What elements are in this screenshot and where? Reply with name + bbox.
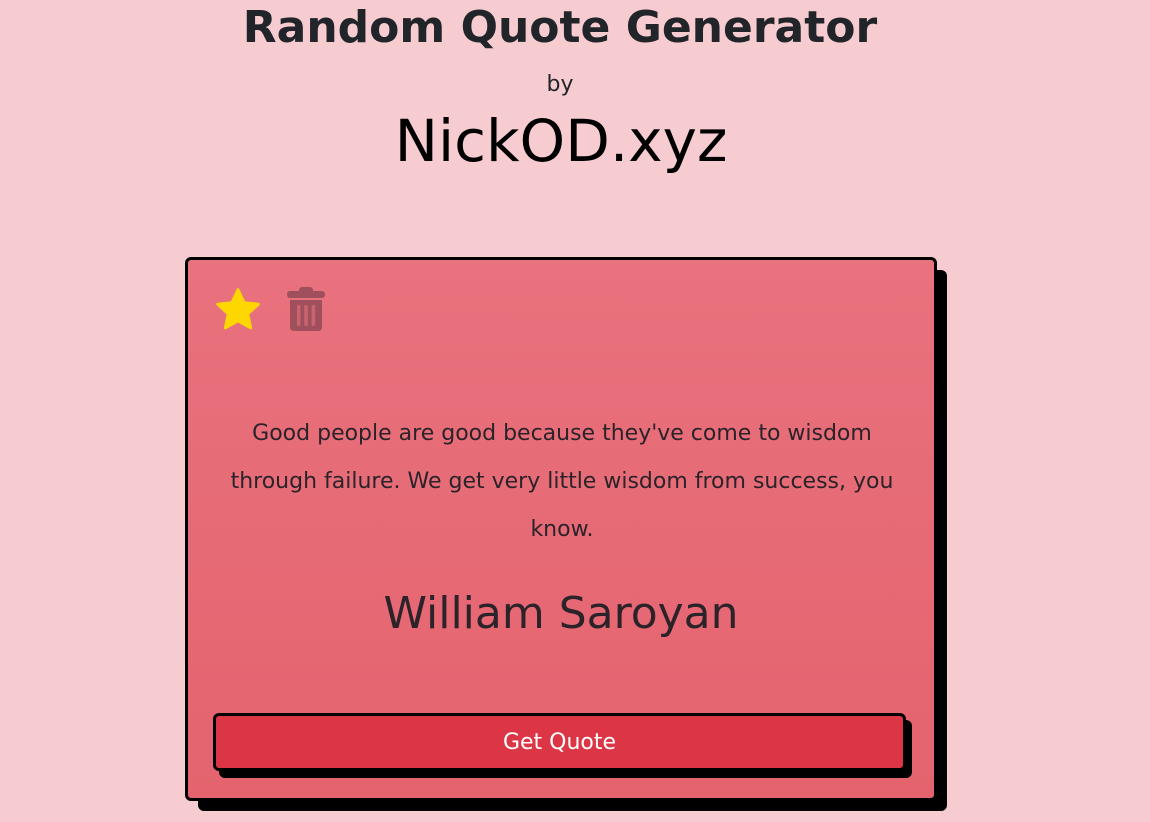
quote-card: Good people are good because they've com…	[185, 257, 937, 801]
star-icon[interactable]	[214, 286, 262, 334]
quote-author: William Saroyan	[383, 588, 739, 639]
trash-icon[interactable]	[286, 286, 326, 332]
byline: by	[546, 72, 574, 97]
page-title: Random Quote Generator	[242, 2, 878, 53]
quote-text: Good people are good because they've com…	[230, 421, 894, 542]
site-name: NickOD.xyz	[394, 107, 728, 175]
get-quote-button[interactable]: Get Quote	[213, 713, 906, 771]
